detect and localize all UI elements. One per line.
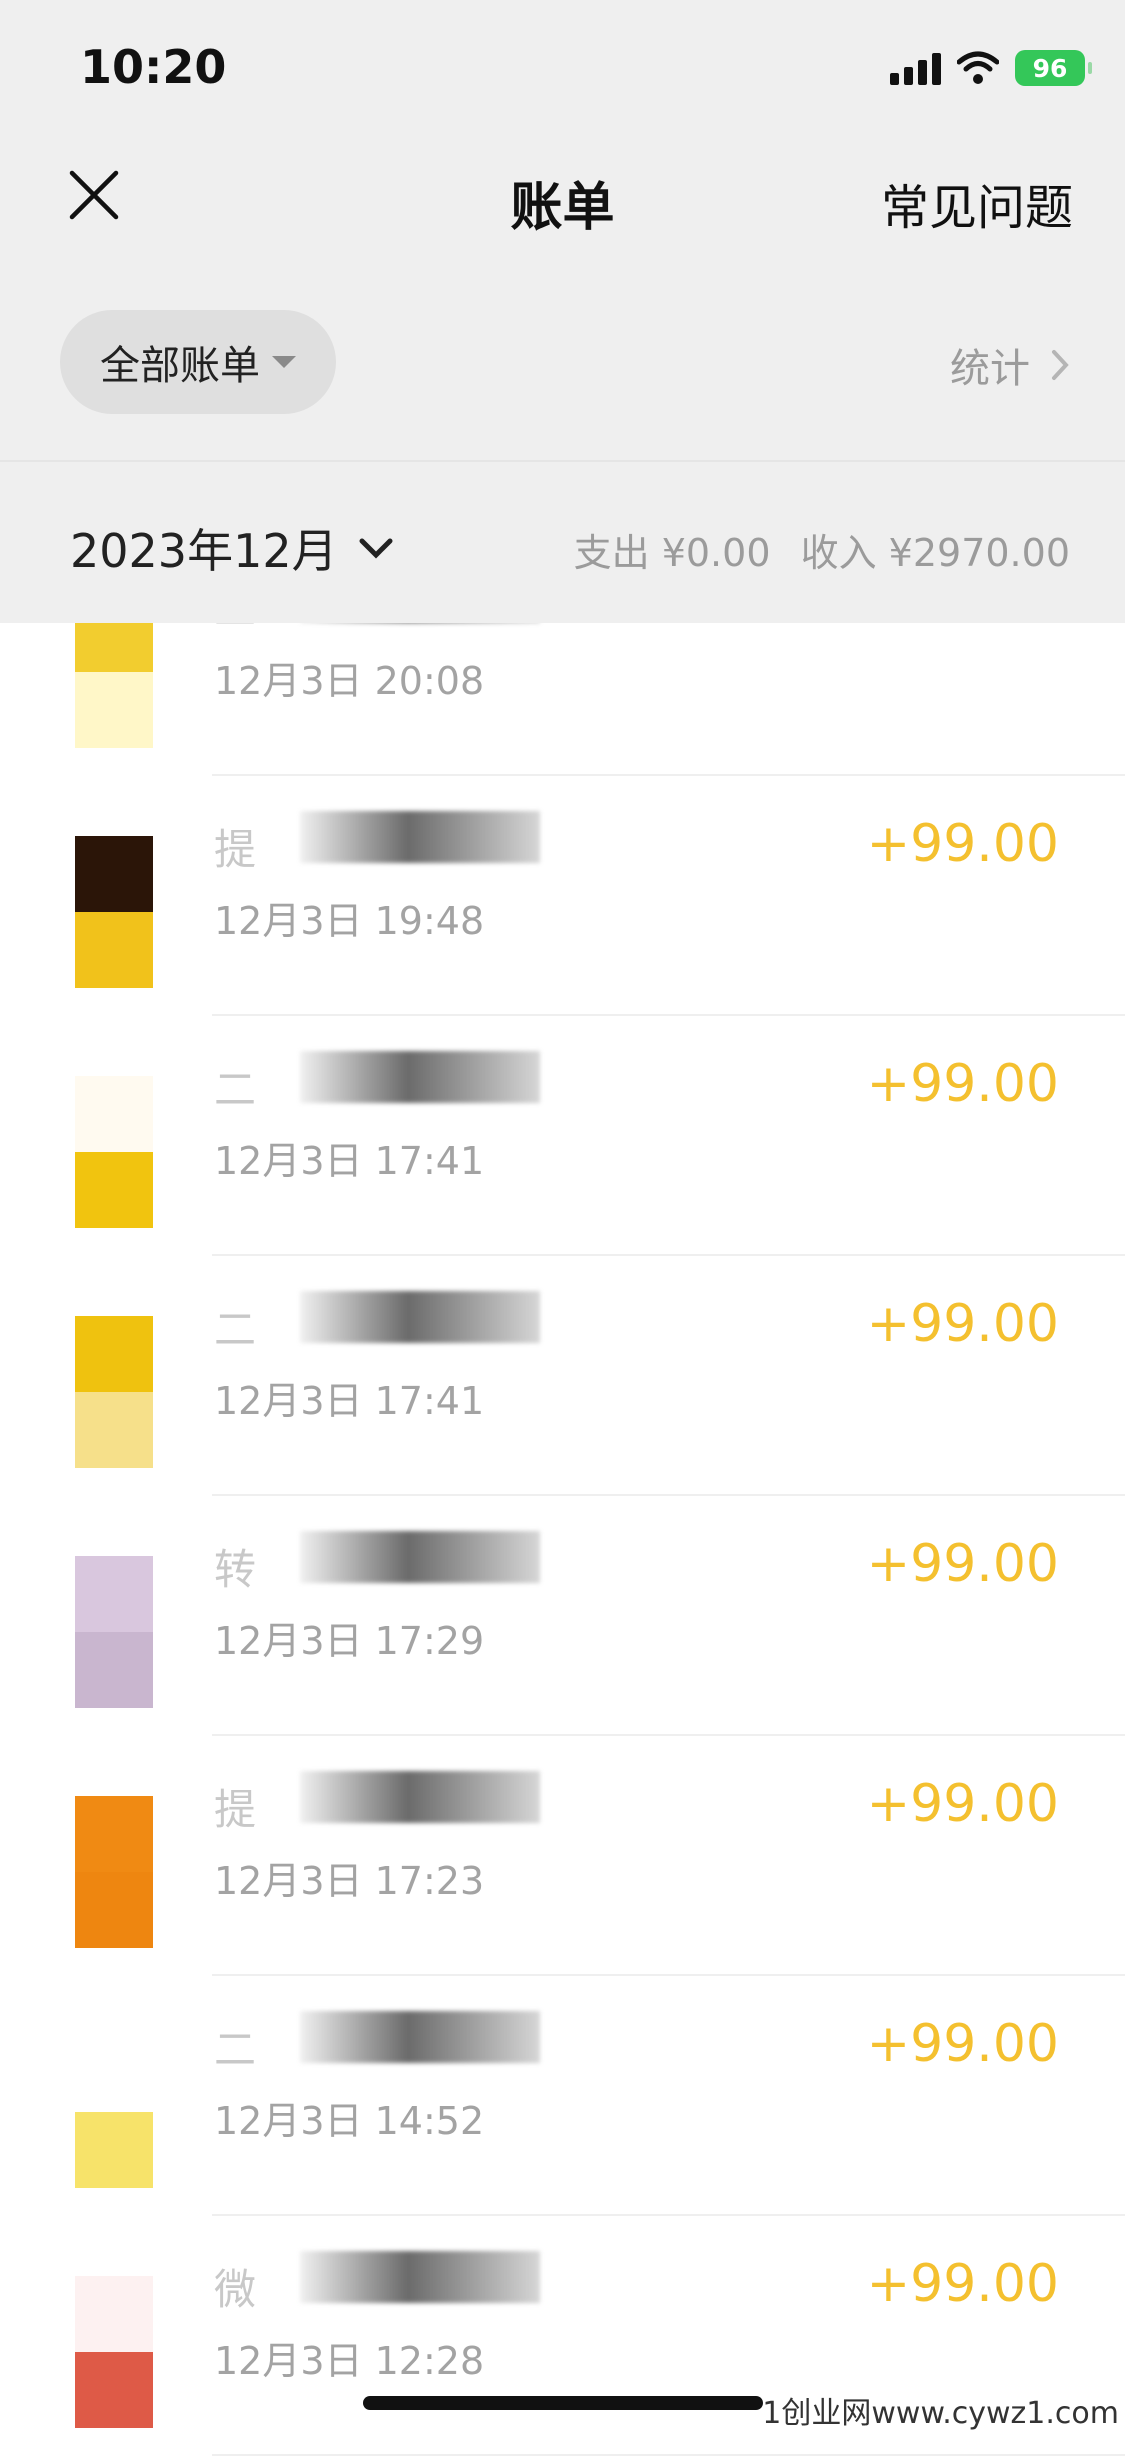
redacted-name-mask: [300, 1771, 540, 1823]
signal-icon: [890, 51, 941, 85]
transaction-name: 转: [214, 1545, 257, 1594]
month-summary: 支出 ¥0.00 收入 ¥2970.00: [556, 522, 1070, 577]
month-selector[interactable]: 2023年12月: [70, 515, 394, 581]
redacted-name-mask: [300, 1051, 540, 1103]
home-indicator: [363, 2396, 763, 2410]
transaction-time: 12月3日 17:41: [214, 1379, 485, 1423]
redacted-name-mask: [300, 2011, 540, 2063]
bill-filter-dropdown[interactable]: 全部账单: [60, 310, 336, 414]
redacted-name-mask: [300, 1291, 540, 1343]
transaction-avatar: [75, 1316, 153, 1468]
faq-button[interactable]: 常见问题: [881, 168, 1073, 238]
redacted-name-mask: [300, 1531, 540, 1583]
transaction-avatar: [75, 836, 153, 988]
transaction-row[interactable]: 二 12月3日 17:41 +99.00: [0, 1256, 1125, 1496]
transaction-amount: +99.00: [866, 2254, 1059, 2314]
transaction-amount: +99.00: [866, 1294, 1059, 1354]
chevron-down-icon: [359, 538, 393, 559]
transaction-amount: +99.00: [866, 1534, 1059, 1594]
transaction-row[interactable]: 二 12月3日 14:52 +99.00: [0, 1976, 1125, 2216]
month-label: 2023年12月: [70, 524, 338, 578]
redacted-name-mask: [300, 811, 540, 863]
wifi-icon: [957, 51, 999, 84]
transaction-amount: +99.00: [866, 1054, 1059, 1114]
watermark: 1创业网www.cywz1.com: [762, 2396, 1119, 2431]
transaction-time: 12月3日 20:08: [214, 659, 485, 703]
income-total: 收入 ¥2970.00: [800, 531, 1070, 575]
expense-total: 支出 ¥0.00: [573, 531, 771, 575]
battery-icon: 96: [1015, 50, 1092, 86]
transaction-name: 二: [214, 2025, 257, 2074]
transaction-avatar: [75, 2276, 153, 2428]
transaction-row[interactable]: 转 12月3日 17:29 +99.00: [0, 1496, 1125, 1736]
transaction-time: 12月3日 17:41: [214, 1139, 485, 1183]
transaction-amount: +99.00: [866, 1774, 1059, 1834]
transaction-avatar: [75, 1796, 153, 1948]
transaction-amount: +99.00: [866, 814, 1059, 874]
transaction-avatar: [75, 1556, 153, 1708]
divider: [0, 460, 1125, 462]
dropdown-caret-icon: [272, 356, 296, 368]
transaction-name: 微: [214, 2265, 257, 2314]
transaction-name: 二: [214, 1305, 257, 1354]
redacted-name-mask: [300, 2251, 540, 2303]
transaction-name: 二: [214, 1065, 257, 1114]
transaction-row[interactable]: 提 12月3日 19:48 +99.00: [0, 776, 1125, 1016]
transaction-time: 12月3日 17:29: [214, 1619, 485, 1663]
transaction-name: 提: [214, 825, 257, 874]
transaction-time: 12月3日 12:28: [214, 2339, 485, 2383]
stats-label: 统计: [950, 346, 1030, 392]
transaction-time: 12月3日 19:48: [214, 899, 485, 943]
transaction-row[interactable]: 二 12月3日 17:41 +99.00: [0, 1016, 1125, 1256]
transaction-name: 提: [214, 1785, 257, 1834]
transaction-row[interactable]: 提 12月3日 17:23 +99.00: [0, 1736, 1125, 1976]
chevron-right-icon: [1052, 350, 1069, 380]
transaction-time: 12月3日 14:52: [214, 2099, 485, 2143]
status-time: 10:20: [80, 40, 227, 94]
transaction-avatar: [75, 1076, 153, 1228]
transaction-amount: +99.00: [866, 2014, 1059, 2074]
header-area: 10:20 96 账单 常见问题 全部账单 统计 2023年12月 支出 ¥0.…: [0, 0, 1125, 623]
transaction-time: 12月3日 17:23: [214, 1859, 485, 1903]
status-icons: 96: [890, 48, 1092, 88]
filter-label: 全部账单: [100, 343, 260, 389]
transaction-avatar: [75, 2036, 153, 2188]
stats-link[interactable]: 统计: [950, 336, 1070, 394]
